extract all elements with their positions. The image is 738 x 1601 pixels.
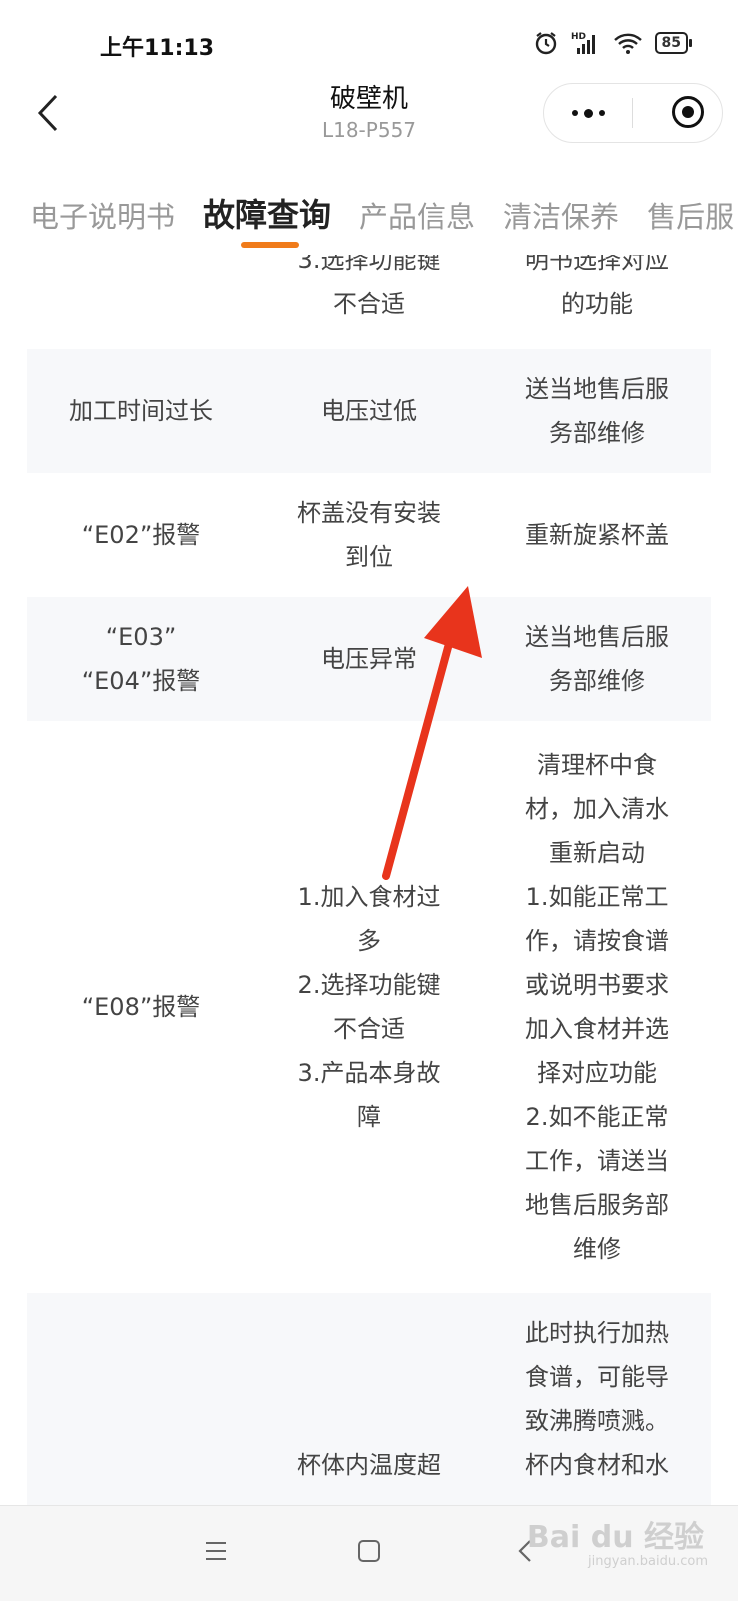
- capsule-divider: [632, 98, 633, 128]
- close-miniprogram-button[interactable]: [672, 96, 704, 128]
- menu-button[interactable]: [196, 1531, 236, 1571]
- cell-line: 1.如能正常工: [525, 883, 669, 911]
- cell-line: 到位: [345, 543, 393, 571]
- home-square-icon: [358, 1540, 380, 1562]
- fault-solution-cell: 送当地售后服 务部维修: [483, 367, 711, 455]
- battery-indicator: 85: [654, 32, 693, 54]
- cell-line: 清理杯中食: [537, 751, 657, 779]
- cell-line: 多: [357, 927, 381, 955]
- cell-line: 致沸腾喷溅。: [525, 1407, 669, 1435]
- cell-line: 送当地售后服: [525, 623, 669, 651]
- fault-symptom-cell: “E08”报警: [27, 985, 255, 1029]
- cell-line: 工作，请送当: [525, 1147, 669, 1175]
- table-row: “E03” “E04”报警 电压异常 送当地售后服 务部维修: [27, 597, 711, 721]
- table-row: 加工时间过长 电压过低 送当地售后服 务部维修: [27, 349, 711, 473]
- status-icons: HD 85: [533, 30, 693, 56]
- cell-line: 重新启动: [549, 839, 645, 867]
- more-dot-icon: [571, 110, 578, 116]
- fault-solution-cell: 送当地售后服 务部维修: [483, 615, 711, 703]
- fault-cause-cell: 1.加入食材过 多 2.选择功能键 不合适 3.产品本身故 障: [255, 875, 483, 1139]
- cell-line: 不合适: [333, 1015, 405, 1043]
- tab-product-info[interactable]: 产品信息: [359, 194, 475, 236]
- cell-line: 务部维修: [549, 667, 645, 695]
- more-button[interactable]: [544, 84, 632, 142]
- cell-line: 3.选择功能键: [297, 255, 441, 274]
- more-dot-icon: [583, 108, 593, 118]
- cell-line: 食谱，可能导: [525, 1363, 669, 1391]
- cell-line: 加入食材并选: [525, 1015, 669, 1043]
- cell-line: [263, 1355, 475, 1399]
- cell-line: 送当地售后服: [525, 375, 669, 403]
- fault-symptom-cell: “E02”报警: [27, 513, 255, 557]
- status-bar: 上午11:13 HD 85: [0, 0, 738, 80]
- fault-solution-cell: 清理杯中食 材，加入清水 重新启动 1.如能正常工 作，请按食谱 或说明书要求 …: [483, 743, 711, 1271]
- alarm-icon: [535, 32, 556, 55]
- menu-icon: [206, 1542, 226, 1560]
- cell-line: 1.加入食材过: [297, 883, 441, 911]
- cell-line: 作，请按食谱: [525, 927, 669, 955]
- cell-line: 障: [357, 1103, 381, 1131]
- wifi-icon: [613, 33, 642, 54]
- cell-line: 明书选择对应: [525, 255, 669, 274]
- cell-line: [263, 1311, 475, 1355]
- table-row: 3.选择功能键 不合适 明书选择对应 的功能: [27, 255, 711, 329]
- fault-solution-cell: 重新旋紧杯盖: [483, 513, 711, 557]
- fault-cause-cell: 电压过低: [255, 389, 483, 433]
- table-row: “E02”报警 杯盖没有安装 到位 重新旋紧杯盖: [27, 473, 711, 597]
- cell-line: 或说明书要求: [525, 971, 669, 999]
- cell-line: 地售后服务部: [525, 1191, 669, 1219]
- fault-solution-cell: 此时执行加热 食谱，可能导 致沸腾喷溅。 杯内食材和水: [483, 1311, 711, 1487]
- cell-line: 电压过低: [321, 397, 417, 425]
- hd-label: HD: [571, 32, 586, 42]
- cell-line: [263, 1399, 475, 1443]
- cell-line: “E08”报警: [81, 993, 201, 1021]
- annotation-arrow-icon: [382, 586, 482, 880]
- cell-line: 杯体内温度超: [297, 1451, 441, 1479]
- watermark-url: jingyan.baidu.com: [588, 1554, 708, 1569]
- fault-symptom-cell: “E03” “E04”报警: [27, 615, 255, 703]
- tab-after-sales[interactable]: 售后服: [647, 194, 734, 236]
- fault-table: 3.选择功能键 不合适 明书选择对应 的功能 加工时间过长 电压过低 送当地售后…: [27, 255, 711, 1505]
- cell-line: 杯盖没有安装: [297, 499, 441, 527]
- cell-line: 不合适: [333, 290, 405, 318]
- cell-line: 维修: [573, 1235, 621, 1263]
- cell-line: “E03”: [105, 623, 177, 651]
- fault-solution-cell: 明书选择对应 的功能: [483, 255, 711, 326]
- tab-troubleshooting[interactable]: 故障查询: [203, 190, 332, 248]
- tab-active-indicator: [241, 242, 300, 248]
- cell-line: 加工时间过长: [69, 397, 213, 425]
- cell-line: 务部维修: [549, 419, 645, 447]
- signal-icon: HD: [571, 32, 595, 54]
- status-time: 上午11:13: [100, 36, 215, 61]
- cell-line: 2.如不能正常: [525, 1103, 669, 1131]
- cell-line: 的功能: [561, 290, 633, 318]
- cell-line: 杯内食材和水: [525, 1451, 669, 1479]
- fault-cause-cell: 杯盖没有安装 到位: [255, 491, 483, 579]
- table-row: 杯体内温度超 此时执行加热 食谱，可能导 致沸腾喷溅。 杯内食材和水: [27, 1293, 711, 1505]
- cell-line: 材，加入清水: [525, 795, 669, 823]
- cell-line: 重新旋紧杯盖: [525, 521, 669, 549]
- tab-cleaning[interactable]: 清洁保养: [503, 194, 619, 236]
- fault-cause-cell: 3.选择功能键 不合适: [255, 255, 483, 326]
- cell-line: 择对应功能: [537, 1059, 657, 1087]
- cell-line: “E02”报警: [81, 521, 201, 549]
- tab-bar: 电子说明书 故障查询 产品信息 清洁保养 售后服: [30, 190, 738, 250]
- miniprogram-capsule: [543, 83, 723, 143]
- tab-troubleshooting-label: 故障查询: [203, 196, 332, 234]
- cell-line: 此时执行加热: [525, 1319, 669, 1347]
- more-dot-icon: [598, 110, 605, 116]
- fault-symptom-cell: 加工时间过长: [27, 389, 255, 433]
- home-button[interactable]: [349, 1531, 389, 1571]
- fault-cause-cell: 杯体内温度超: [255, 1311, 483, 1487]
- cell-line: 2.选择功能键: [297, 971, 441, 999]
- tab-manual[interactable]: 电子说明书: [30, 194, 175, 236]
- watermark-logo: Bai du 经验: [526, 1520, 704, 1555]
- cell-line: “E04”报警: [81, 667, 201, 695]
- cell-line: 3.产品本身故: [297, 1059, 441, 1087]
- table-row: “E08”报警 1.加入食材过 多 2.选择功能键 不合适 3.产品本身故 障 …: [27, 721, 711, 1293]
